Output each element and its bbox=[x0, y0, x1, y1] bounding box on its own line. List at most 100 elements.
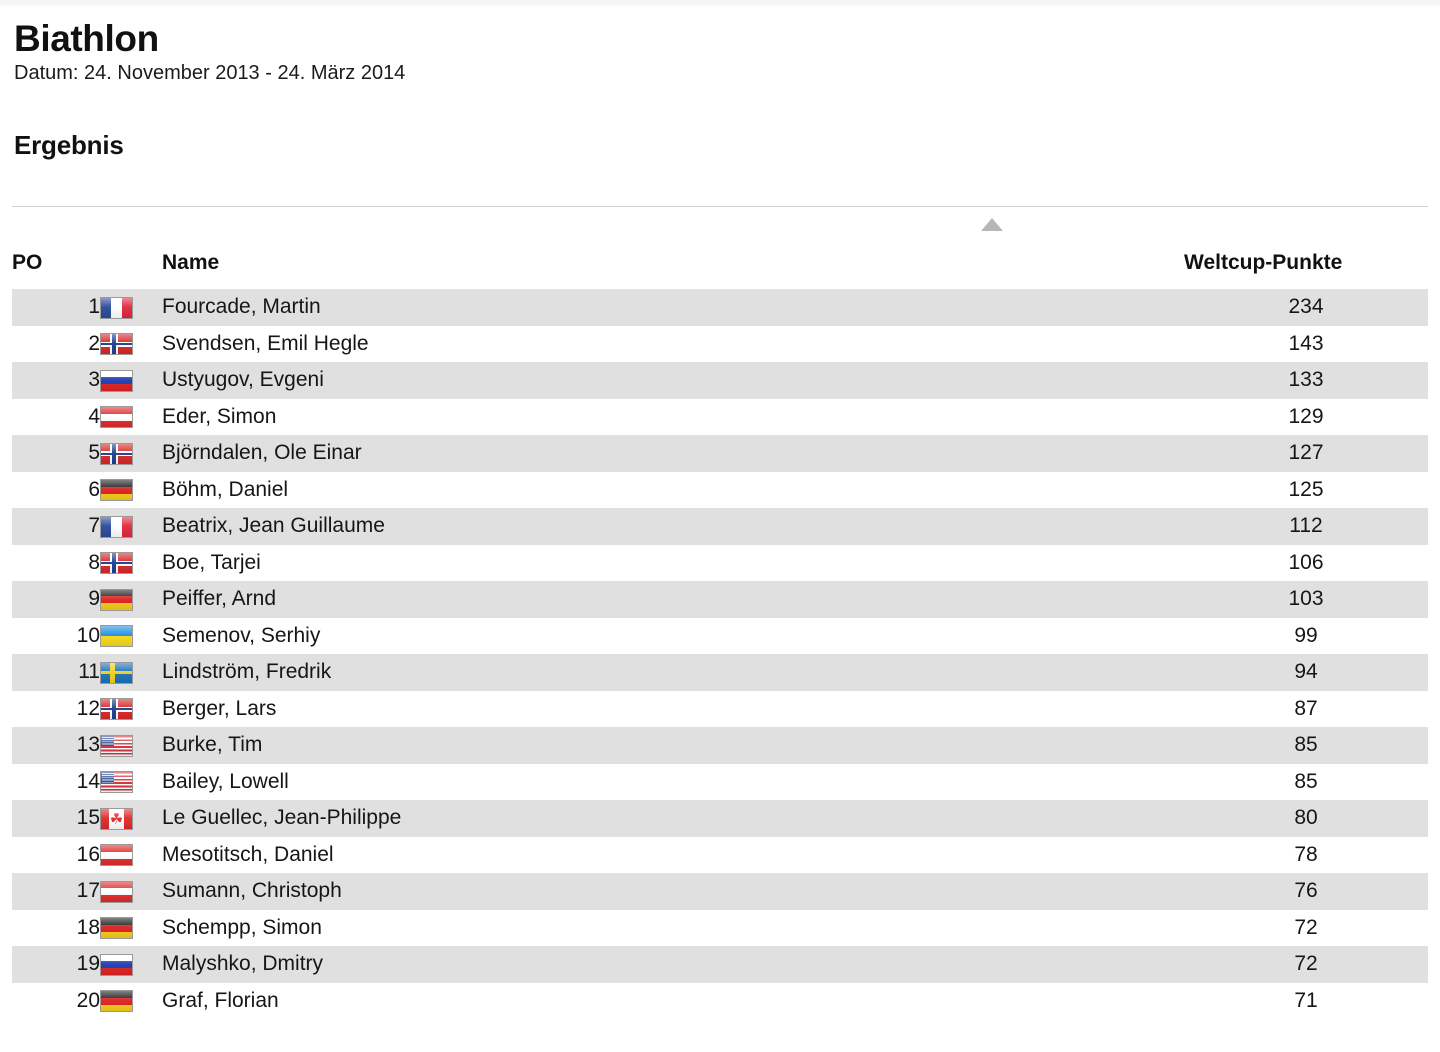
page-title: Biathlon bbox=[14, 18, 159, 59]
results-table: PO Name Weltcup-Punkte 1 Fourcade, Martin… bbox=[12, 251, 1428, 1019]
table-row[interactable]: 14 Bailey, Lowell 85 bbox=[12, 763, 1428, 800]
flag-austria-icon bbox=[100, 880, 133, 903]
table-row[interactable]: 9 Peiffer, Arnd 103 bbox=[12, 581, 1428, 618]
cell-athlete-name: Burke, Tim bbox=[162, 727, 1184, 764]
table-row[interactable]: 5 Björndalen, Ole Einar 127 bbox=[12, 435, 1428, 472]
cell-worldcup-points: 72 bbox=[1184, 946, 1428, 983]
cell-country-flag bbox=[100, 982, 162, 1019]
cell-worldcup-points: 87 bbox=[1184, 690, 1428, 727]
cell-worldcup-points: 129 bbox=[1184, 398, 1428, 435]
cell-position: 5 bbox=[12, 435, 100, 472]
table-row[interactable]: 15 ☘ Le Guellec, Jean-Philippe 80 bbox=[12, 800, 1428, 837]
table-row[interactable]: 13 Burke, Tim 85 bbox=[12, 727, 1428, 764]
cell-country-flag: ☘ bbox=[100, 800, 162, 837]
cell-athlete-name: Boe, Tarjei bbox=[162, 544, 1184, 581]
cell-country-flag bbox=[100, 398, 162, 435]
cell-worldcup-points: 94 bbox=[1184, 654, 1428, 691]
flag-germany-icon bbox=[100, 588, 133, 611]
table-row[interactable]: 8 Boe, Tarjei 106 bbox=[12, 544, 1428, 581]
cell-worldcup-points: 106 bbox=[1184, 544, 1428, 581]
column-header-points[interactable]: Weltcup-Punkte bbox=[1184, 251, 1428, 289]
column-header-flag bbox=[100, 251, 162, 289]
cell-worldcup-points: 143 bbox=[1184, 325, 1428, 362]
flag-canada-icon: ☘ bbox=[100, 807, 133, 830]
cell-worldcup-points: 125 bbox=[1184, 471, 1428, 508]
cell-athlete-name: Malyshko, Dmitry bbox=[162, 946, 1184, 983]
result-page: Biathlon Datum: 24. November 2013 - 24. … bbox=[0, 0, 1440, 1019]
cell-athlete-name: Berger, Lars bbox=[162, 690, 1184, 727]
cell-position: 13 bbox=[12, 727, 100, 764]
cell-athlete-name: Eder, Simon bbox=[162, 398, 1184, 435]
cell-worldcup-points: 127 bbox=[1184, 435, 1428, 472]
cell-position: 18 bbox=[12, 909, 100, 946]
flag-austria-icon bbox=[100, 406, 133, 429]
cell-country-flag bbox=[100, 763, 162, 800]
cell-position: 17 bbox=[12, 873, 100, 910]
cell-athlete-name: Graf, Florian bbox=[162, 982, 1184, 1019]
cell-country-flag bbox=[100, 946, 162, 983]
cell-athlete-name: Beatrix, Jean Guillaume bbox=[162, 508, 1184, 545]
table-row[interactable]: 7 Beatrix, Jean Guillaume 112 bbox=[12, 508, 1428, 545]
cell-country-flag bbox=[100, 873, 162, 910]
table-row[interactable]: 4 Eder, Simon 129 bbox=[12, 398, 1428, 435]
results-table-body: 1 Fourcade, Martin 234 2 Svendsen, Emil Hegl… bbox=[12, 289, 1428, 1019]
cell-position: 14 bbox=[12, 763, 100, 800]
table-row[interactable]: 3 Ustyugov, Evgeni 133 bbox=[12, 362, 1428, 399]
cell-athlete-name: Lindström, Fredrik bbox=[162, 654, 1184, 691]
cell-athlete-name: Peiffer, Arnd bbox=[162, 581, 1184, 618]
cell-position: 1 bbox=[12, 289, 100, 326]
table-row[interactable]: 17 Sumann, Christoph 76 bbox=[12, 873, 1428, 910]
cell-position: 20 bbox=[12, 982, 100, 1019]
sort-ascending-triangle-icon[interactable] bbox=[981, 218, 1003, 231]
cell-position: 19 bbox=[12, 946, 100, 983]
cell-country-flag bbox=[100, 508, 162, 545]
sort-indicator-row bbox=[0, 207, 1440, 251]
table-row[interactable]: 1 Fourcade, Martin 234 bbox=[12, 289, 1428, 326]
cell-country-flag bbox=[100, 654, 162, 691]
table-row[interactable]: 19 Malyshko, Dmitry 72 bbox=[12, 946, 1428, 983]
cell-country-flag bbox=[100, 690, 162, 727]
table-row[interactable]: 16 Mesotitsch, Daniel 78 bbox=[12, 836, 1428, 873]
table-row[interactable]: 6 Böhm, Daniel 125 bbox=[12, 471, 1428, 508]
column-header-position[interactable]: PO bbox=[12, 251, 100, 289]
section-title-ergebnis: Ergebnis bbox=[14, 130, 124, 160]
flag-ukraine-icon bbox=[100, 625, 133, 648]
cell-country-flag bbox=[100, 289, 162, 326]
table-row[interactable]: 12 Berger, Lars 87 bbox=[12, 690, 1428, 727]
table-row[interactable]: 11 Lindström, Fredrik 94 bbox=[12, 654, 1428, 691]
cell-worldcup-points: 85 bbox=[1184, 763, 1428, 800]
cell-worldcup-points: 78 bbox=[1184, 836, 1428, 873]
flag-norway-icon bbox=[100, 333, 133, 356]
cell-worldcup-points: 234 bbox=[1184, 289, 1428, 326]
flag-russia-icon bbox=[100, 369, 133, 392]
title-block: Biathlon Datum: 24. November 2013 - 24. … bbox=[0, 0, 1440, 83]
cell-country-flag bbox=[100, 617, 162, 654]
cell-position: 8 bbox=[12, 544, 100, 581]
table-row[interactable]: 2 Svendsen, Emil Hegle 143 bbox=[12, 325, 1428, 362]
cell-athlete-name: Svendsen, Emil Hegle bbox=[162, 325, 1184, 362]
cell-position: 9 bbox=[12, 581, 100, 618]
flag-france-icon bbox=[100, 515, 133, 538]
cell-country-flag bbox=[100, 727, 162, 764]
cell-athlete-name: Schempp, Simon bbox=[162, 909, 1184, 946]
flag-united-states-icon bbox=[100, 734, 133, 757]
cell-position: 15 bbox=[12, 800, 100, 837]
column-header-name[interactable]: Name bbox=[162, 251, 1184, 289]
cell-country-flag bbox=[100, 836, 162, 873]
flag-norway-icon bbox=[100, 442, 133, 465]
table-row[interactable]: 10 Semenov, Serhiy 99 bbox=[12, 617, 1428, 654]
cell-country-flag bbox=[100, 471, 162, 508]
cell-country-flag bbox=[100, 362, 162, 399]
cell-worldcup-points: 71 bbox=[1184, 982, 1428, 1019]
cell-position: 12 bbox=[12, 690, 100, 727]
cell-position: 2 bbox=[12, 325, 100, 362]
flag-united-states-icon bbox=[100, 771, 133, 794]
cell-athlete-name: Le Guellec, Jean-Philippe bbox=[162, 800, 1184, 837]
cell-position: 4 bbox=[12, 398, 100, 435]
flag-russia-icon bbox=[100, 953, 133, 976]
cell-worldcup-points: 80 bbox=[1184, 800, 1428, 837]
table-row[interactable]: 18 Schempp, Simon 72 bbox=[12, 909, 1428, 946]
cell-athlete-name: Bailey, Lowell bbox=[162, 763, 1184, 800]
table-row[interactable]: 20 Graf, Florian 71 bbox=[12, 982, 1428, 1019]
cell-position: 11 bbox=[12, 654, 100, 691]
